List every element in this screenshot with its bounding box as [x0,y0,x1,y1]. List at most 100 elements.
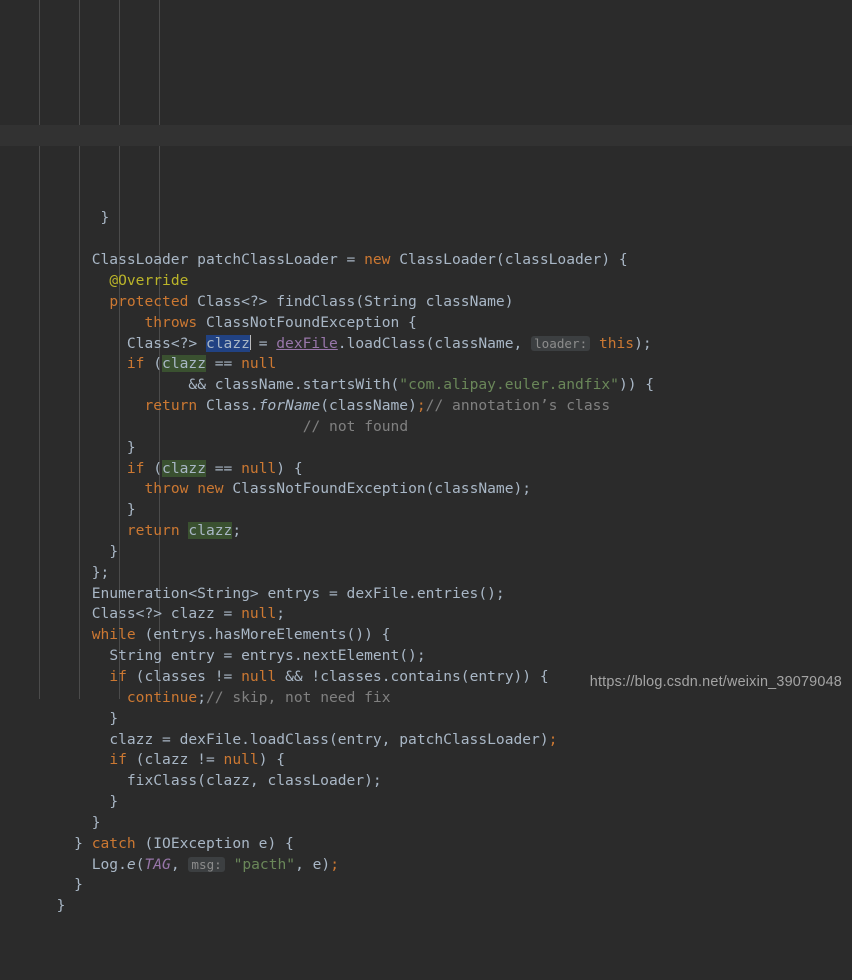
code-token: } [109,709,119,727]
code-token: ) { [276,459,303,477]
keyword-token: while [91,626,136,644]
code-token: } [126,438,136,456]
keyword-token: this [598,334,635,352]
code-line[interactable]: return clazz; [0,521,852,542]
code-token: (IOException e) { [135,834,294,852]
code-line[interactable]: if (clazz != null) { [0,750,852,771]
keyword-token: catch [91,834,136,852]
code-token: }; [91,563,110,581]
inlay-parameter-hint: loader: [531,335,591,351]
code-line[interactable]: String entry = entrys.nextElement(); [0,646,852,667]
code-line[interactable] [0,229,852,250]
code-token: } [100,209,110,227]
keyword-token: if [109,668,127,685]
code-token: forName [258,397,321,415]
code-line[interactable]: } [0,875,852,896]
code-token: && !classes.contains(entry)) { [276,668,549,685]
code-line[interactable]: if (clazz == null) { [0,459,852,480]
code-line[interactable]: fixClass(clazz, classLoader); [0,771,852,792]
code-line[interactable]: Class<?> clazz = null; [0,604,852,625]
code-editor[interactable]: } ClassLoader patchClassLoader = new Cla… [0,0,852,914]
code-line[interactable]: protected Class<?> findClass(String clas… [0,292,852,313]
code-line[interactable]: return Class.forName(className);// annot… [0,396,852,417]
code-token: )) { [618,376,655,394]
code-line[interactable]: ClassLoader patchClassLoader = new Class… [0,250,852,271]
code-line[interactable]: while (entrys.hasMoreElements()) { [0,625,852,646]
code-token: Class<?> [126,334,206,352]
code-token: ClassNotFoundException(className); [223,480,532,498]
code-line[interactable]: } [0,792,852,813]
code-token: , [170,855,189,873]
code-line[interactable]: } catch (IOException e) { [0,834,852,855]
code-token: (className) [320,397,417,415]
keyword-token: return [144,397,198,415]
code-comment: // not found [302,417,409,435]
keyword-token: protected [109,292,189,310]
code-token: , e) [295,855,331,873]
code-token: (entrys.hasMoreElements()) { [135,626,391,644]
code-line[interactable]: // not found [0,417,852,438]
code-token: (classes != [126,668,242,685]
keyword-token: ; [330,855,340,873]
code-line[interactable]: }; [0,563,852,584]
keyword-token: null [241,668,277,685]
code-token: (clazz != [126,751,224,769]
code-line[interactable]: && className.startsWith("com.alipay.eule… [0,375,852,396]
code-line[interactable]: @Override [0,271,852,292]
code-token: } [56,897,66,915]
keyword-token: ; [548,730,558,748]
code-token: ClassNotFoundException { [197,313,417,331]
code-token: Class<?> [188,292,277,310]
keyword-token: return [126,522,180,540]
code-content[interactable]: } ClassLoader patchClassLoader = new Cla… [0,208,852,917]
code-token: && className.startsWith( [188,376,400,394]
code-token: TAG [144,855,171,873]
code-token: String entry = entrys.nextElement(); [109,647,426,665]
selected-text: clazz [205,334,250,352]
inlay-parameter-hint: msg: [188,856,225,872]
code-token: ; [197,688,206,706]
code-line[interactable]: clazz = dexFile.loadClass(entry, patchCl… [0,730,852,751]
code-token: } [74,834,92,852]
code-token: findClass [276,292,356,310]
occurrence-highlight: clazz [162,355,206,373]
keyword-token: null [223,751,259,769]
code-token: } [109,542,119,560]
keyword-token: ; [416,397,426,415]
code-line[interactable]: Enumeration<String> entrys = dexFile.ent… [0,584,852,605]
string-literal: "pacth" [233,855,296,873]
code-line[interactable]: Log.e(TAG, msg: "pacth", e); [0,855,852,876]
code-token: } [91,813,101,831]
code-token: ( [144,355,163,373]
code-line[interactable]: if (clazz == null [0,354,852,375]
code-line[interactable]: throw new ClassNotFoundException(classNa… [0,479,852,500]
code-line[interactable]: Class<?> clazz = dexFile.loadClass(class… [0,334,852,355]
code-token: Enumeration<String> entrys = dexFile.ent… [91,584,505,602]
code-token: ; [232,522,242,540]
annotation-token: @Override [109,271,189,289]
occurrence-highlight: clazz [162,459,206,477]
code-token: == [205,459,242,477]
code-line[interactable]: } [0,813,852,834]
code-line[interactable]: } [0,208,852,229]
code-token: ( [144,459,163,477]
code-token: == [205,355,242,373]
keyword-token: new [364,251,391,269]
code-line[interactable]: throws ClassNotFoundException { [0,313,852,334]
code-line[interactable]: } [0,500,852,521]
code-line[interactable]: } [0,709,852,730]
code-token: Class. [197,397,259,415]
code-token: } [74,876,83,894]
code-token: .loadClass(className, [337,334,532,352]
keyword-token: throw [144,480,189,498]
code-token: ) { [258,751,286,769]
code-line[interactable]: } [0,896,852,917]
code-token: ClassLoader(classLoader) { [390,251,628,269]
code-token: Class<?> clazz = [91,605,242,623]
code-line[interactable]: } [0,438,852,459]
code-line[interactable]: } [0,542,852,563]
keyword-token: continue [126,688,198,706]
